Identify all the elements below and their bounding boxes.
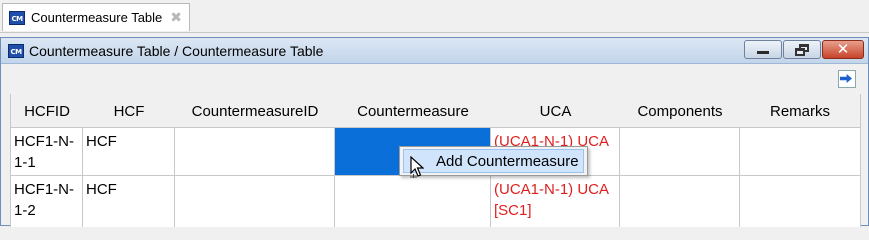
column-header-remarks[interactable]: Remarks	[740, 94, 860, 128]
countermeasure-window: CM Countermeasure Table / Countermeasure…	[0, 37, 869, 227]
cell-hcfid[interactable]: HCF1-N-1-2	[11, 176, 83, 227]
cell-components[interactable]	[620, 128, 740, 175]
cell-hcfid[interactable]: HCF1-N-1-1	[11, 128, 83, 175]
window-title: Countermeasure Table / Countermeasure Ta…	[29, 42, 324, 59]
column-header-hcfid[interactable]: HCFID	[11, 94, 83, 128]
close-icon: ✕	[836, 41, 850, 58]
restore-button[interactable]	[783, 40, 821, 59]
editor-tab-strip: CM Countermeasure Table ✖	[0, 0, 869, 33]
cell-hcf[interactable]: HCF	[83, 128, 175, 175]
column-header-hcf[interactable]: HCF	[83, 94, 175, 128]
app-icon: CM	[8, 43, 24, 58]
cell-hcf[interactable]: HCF	[83, 176, 175, 227]
add-countermeasure-menu-item[interactable]: Add Countermeasure	[403, 149, 584, 173]
app-icon: CM	[9, 10, 25, 25]
table-row[interactable]: HCF1-N-1-2 HCF (UCA1-N-1) UCA [SC1]	[11, 176, 860, 227]
close-window-button[interactable]: ✕	[822, 40, 864, 59]
mouse-pointer-icon	[410, 156, 424, 178]
close-icon[interactable]: ✖	[170, 9, 182, 26]
column-header-uca[interactable]: UCA	[491, 94, 620, 128]
column-header-countermeasure[interactable]: Countermeasure	[335, 94, 491, 128]
column-header-countermeasureid[interactable]: CountermeasureID	[175, 94, 335, 128]
restore-icon	[795, 43, 809, 56]
cell-uca[interactable]: (UCA1-N-1) UCA [SC1]	[491, 176, 620, 227]
cell-countermeasureid[interactable]	[175, 176, 335, 227]
cell-remarks[interactable]	[740, 176, 860, 227]
editor-tab-label: Countermeasure Table	[31, 10, 163, 25]
cell-countermeasure[interactable]	[335, 176, 491, 227]
cell-remarks[interactable]	[740, 128, 860, 175]
window-titlebar[interactable]: CM Countermeasure Table / Countermeasure…	[1, 38, 868, 64]
minimize-button[interactable]	[744, 40, 782, 59]
column-header-components[interactable]: Components	[620, 94, 740, 128]
editor-tab-countermeasure-table[interactable]: CM Countermeasure Table ✖	[2, 3, 190, 31]
forward-arrow-icon[interactable]	[838, 70, 856, 88]
table-header: HCFID HCF CountermeasureID Countermeasur…	[11, 94, 860, 128]
minimize-icon	[757, 51, 769, 54]
cell-countermeasureid[interactable]	[175, 128, 335, 175]
context-menu: Add Countermeasure	[399, 146, 588, 176]
cell-components[interactable]	[620, 176, 740, 227]
